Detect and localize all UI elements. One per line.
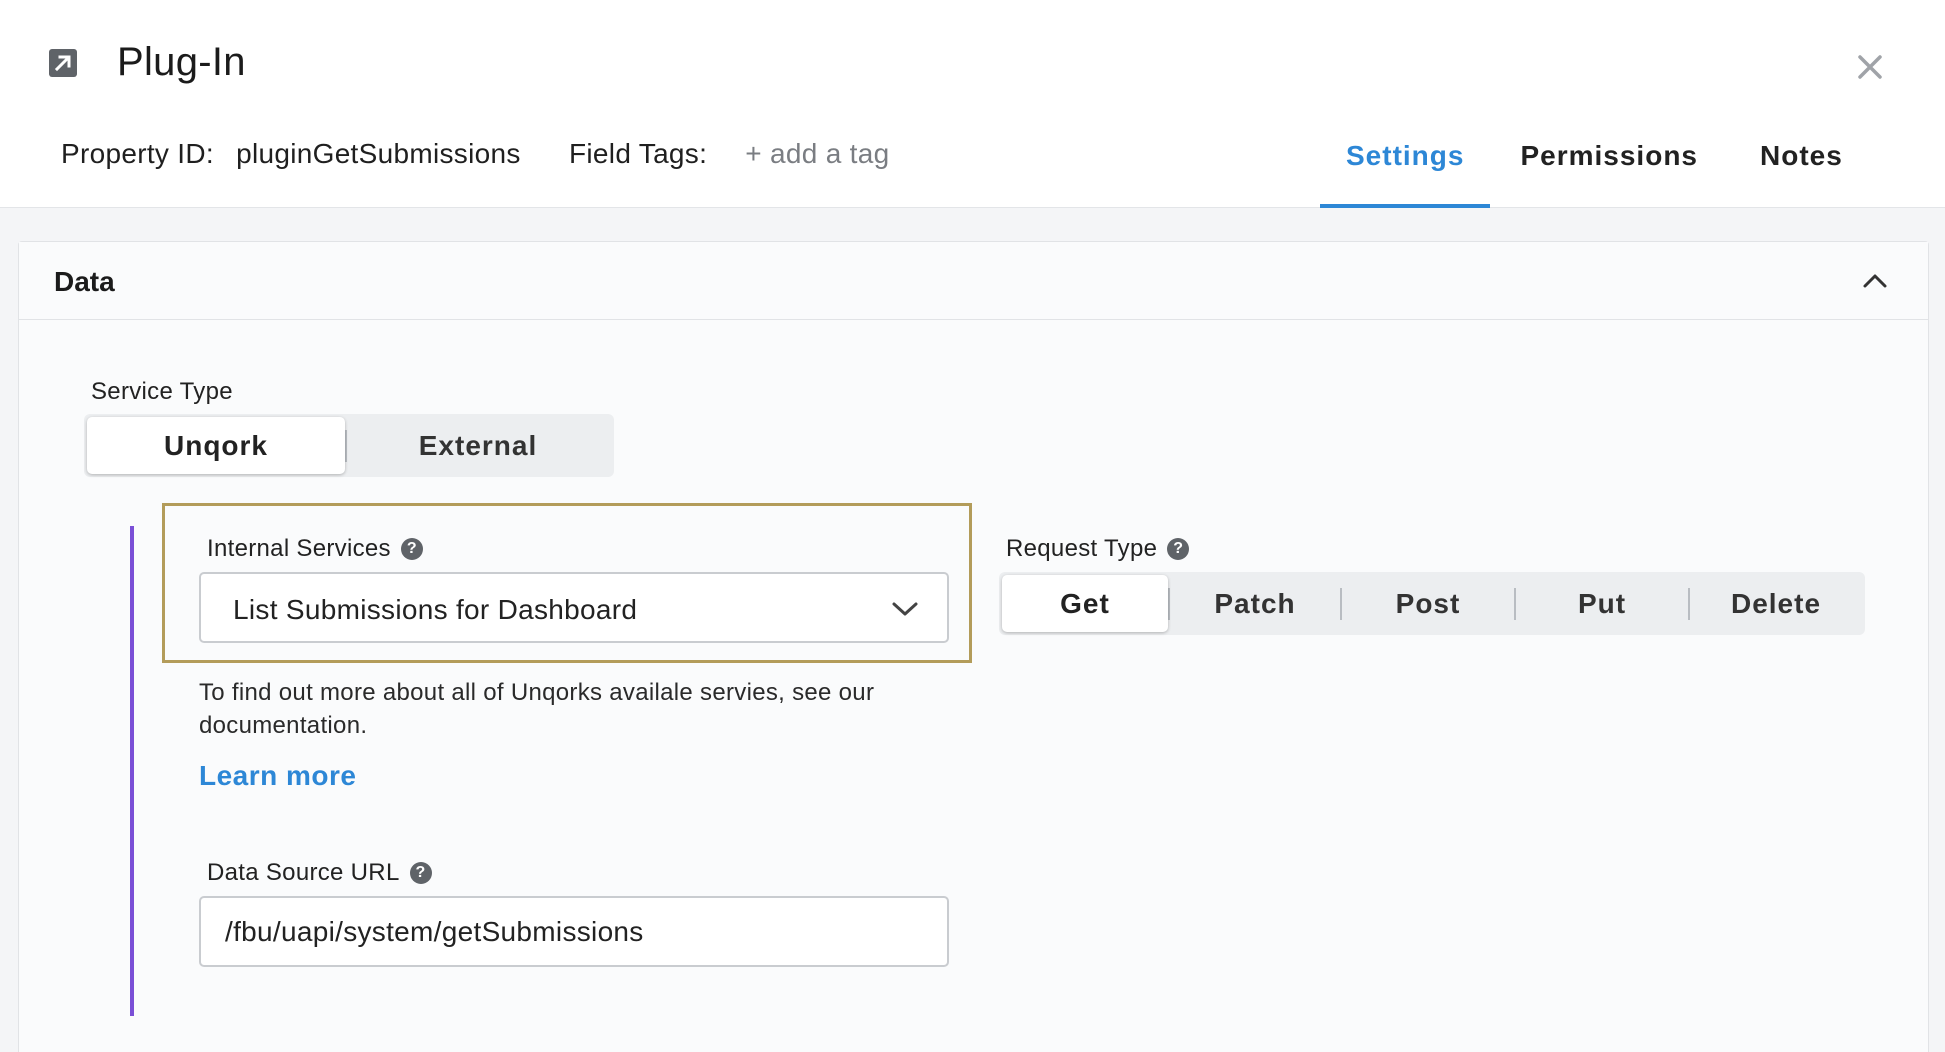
service-type-external[interactable]: External (347, 417, 609, 474)
services-help-text: To find out more about all of Unqorks av… (199, 679, 875, 739)
tab-settings[interactable]: Settings (1320, 140, 1491, 208)
external-link-icon (49, 49, 77, 77)
tab-permissions[interactable]: Permissions (1494, 140, 1724, 208)
add-tag-link[interactable]: + add a tag (745, 138, 889, 169)
data-source-url-label-text: Data Source URL (207, 859, 400, 886)
internal-services-label: Internal Services ? (207, 535, 423, 563)
internal-services-label-text: Internal Services (207, 535, 391, 562)
property-id-value: pluginGetSubmissions (236, 138, 521, 169)
internal-services-select[interactable]: List Submissions for Dashboard (199, 572, 949, 643)
data-source-url-label: Data Source URL ? (207, 859, 432, 887)
question-icon[interactable]: ? (1167, 538, 1190, 560)
internal-services-value: List Submissions for Dashboard (233, 594, 638, 625)
chevron-up-icon[interactable] (1860, 266, 1890, 296)
request-type-get[interactable]: Get (1002, 575, 1168, 632)
field-tags-label: Field Tags: (569, 138, 708, 169)
learn-more-link[interactable]: Learn more (199, 760, 357, 792)
service-type-unqork[interactable]: Unqork (87, 417, 345, 474)
property-id-label: Property ID: (61, 138, 214, 169)
question-icon[interactable]: ? (409, 862, 432, 884)
data-panel-header[interactable]: Data (19, 242, 1928, 320)
service-type-label-text: Service Type (91, 378, 233, 405)
indent-line (130, 526, 134, 1016)
tab-notes[interactable]: Notes (1734, 140, 1869, 208)
panel-title: Data (54, 266, 115, 297)
service-type-label: Service Type (91, 378, 233, 406)
property-id: Property ID: pluginGetSubmissions (61, 138, 521, 170)
request-type-label: Request Type ? (1006, 535, 1190, 563)
modal-title: Plug-In (117, 40, 246, 84)
request-type-post[interactable]: Post (1342, 575, 1514, 632)
request-type-put[interactable]: Put (1516, 575, 1688, 632)
request-type-toggle: Get Patch Post Put Delete (999, 572, 1865, 635)
modal-tabs: Settings Permissions Notes (1320, 140, 1869, 208)
chevron-down-icon (892, 602, 918, 616)
field-tags: Field Tags: + add a tag (569, 138, 889, 170)
request-type-patch[interactable]: Patch (1170, 575, 1340, 632)
request-type-label-text: Request Type (1006, 535, 1158, 562)
question-icon[interactable]: ? (400, 538, 423, 560)
modal-header: Plug-In Property ID: pluginGetSubmission… (0, 0, 1945, 208)
data-source-url-input[interactable] (199, 896, 949, 967)
close-icon[interactable] (1851, 48, 1889, 86)
request-type-delete[interactable]: Delete (1690, 575, 1862, 632)
service-type-toggle: Unqork External (84, 414, 614, 477)
